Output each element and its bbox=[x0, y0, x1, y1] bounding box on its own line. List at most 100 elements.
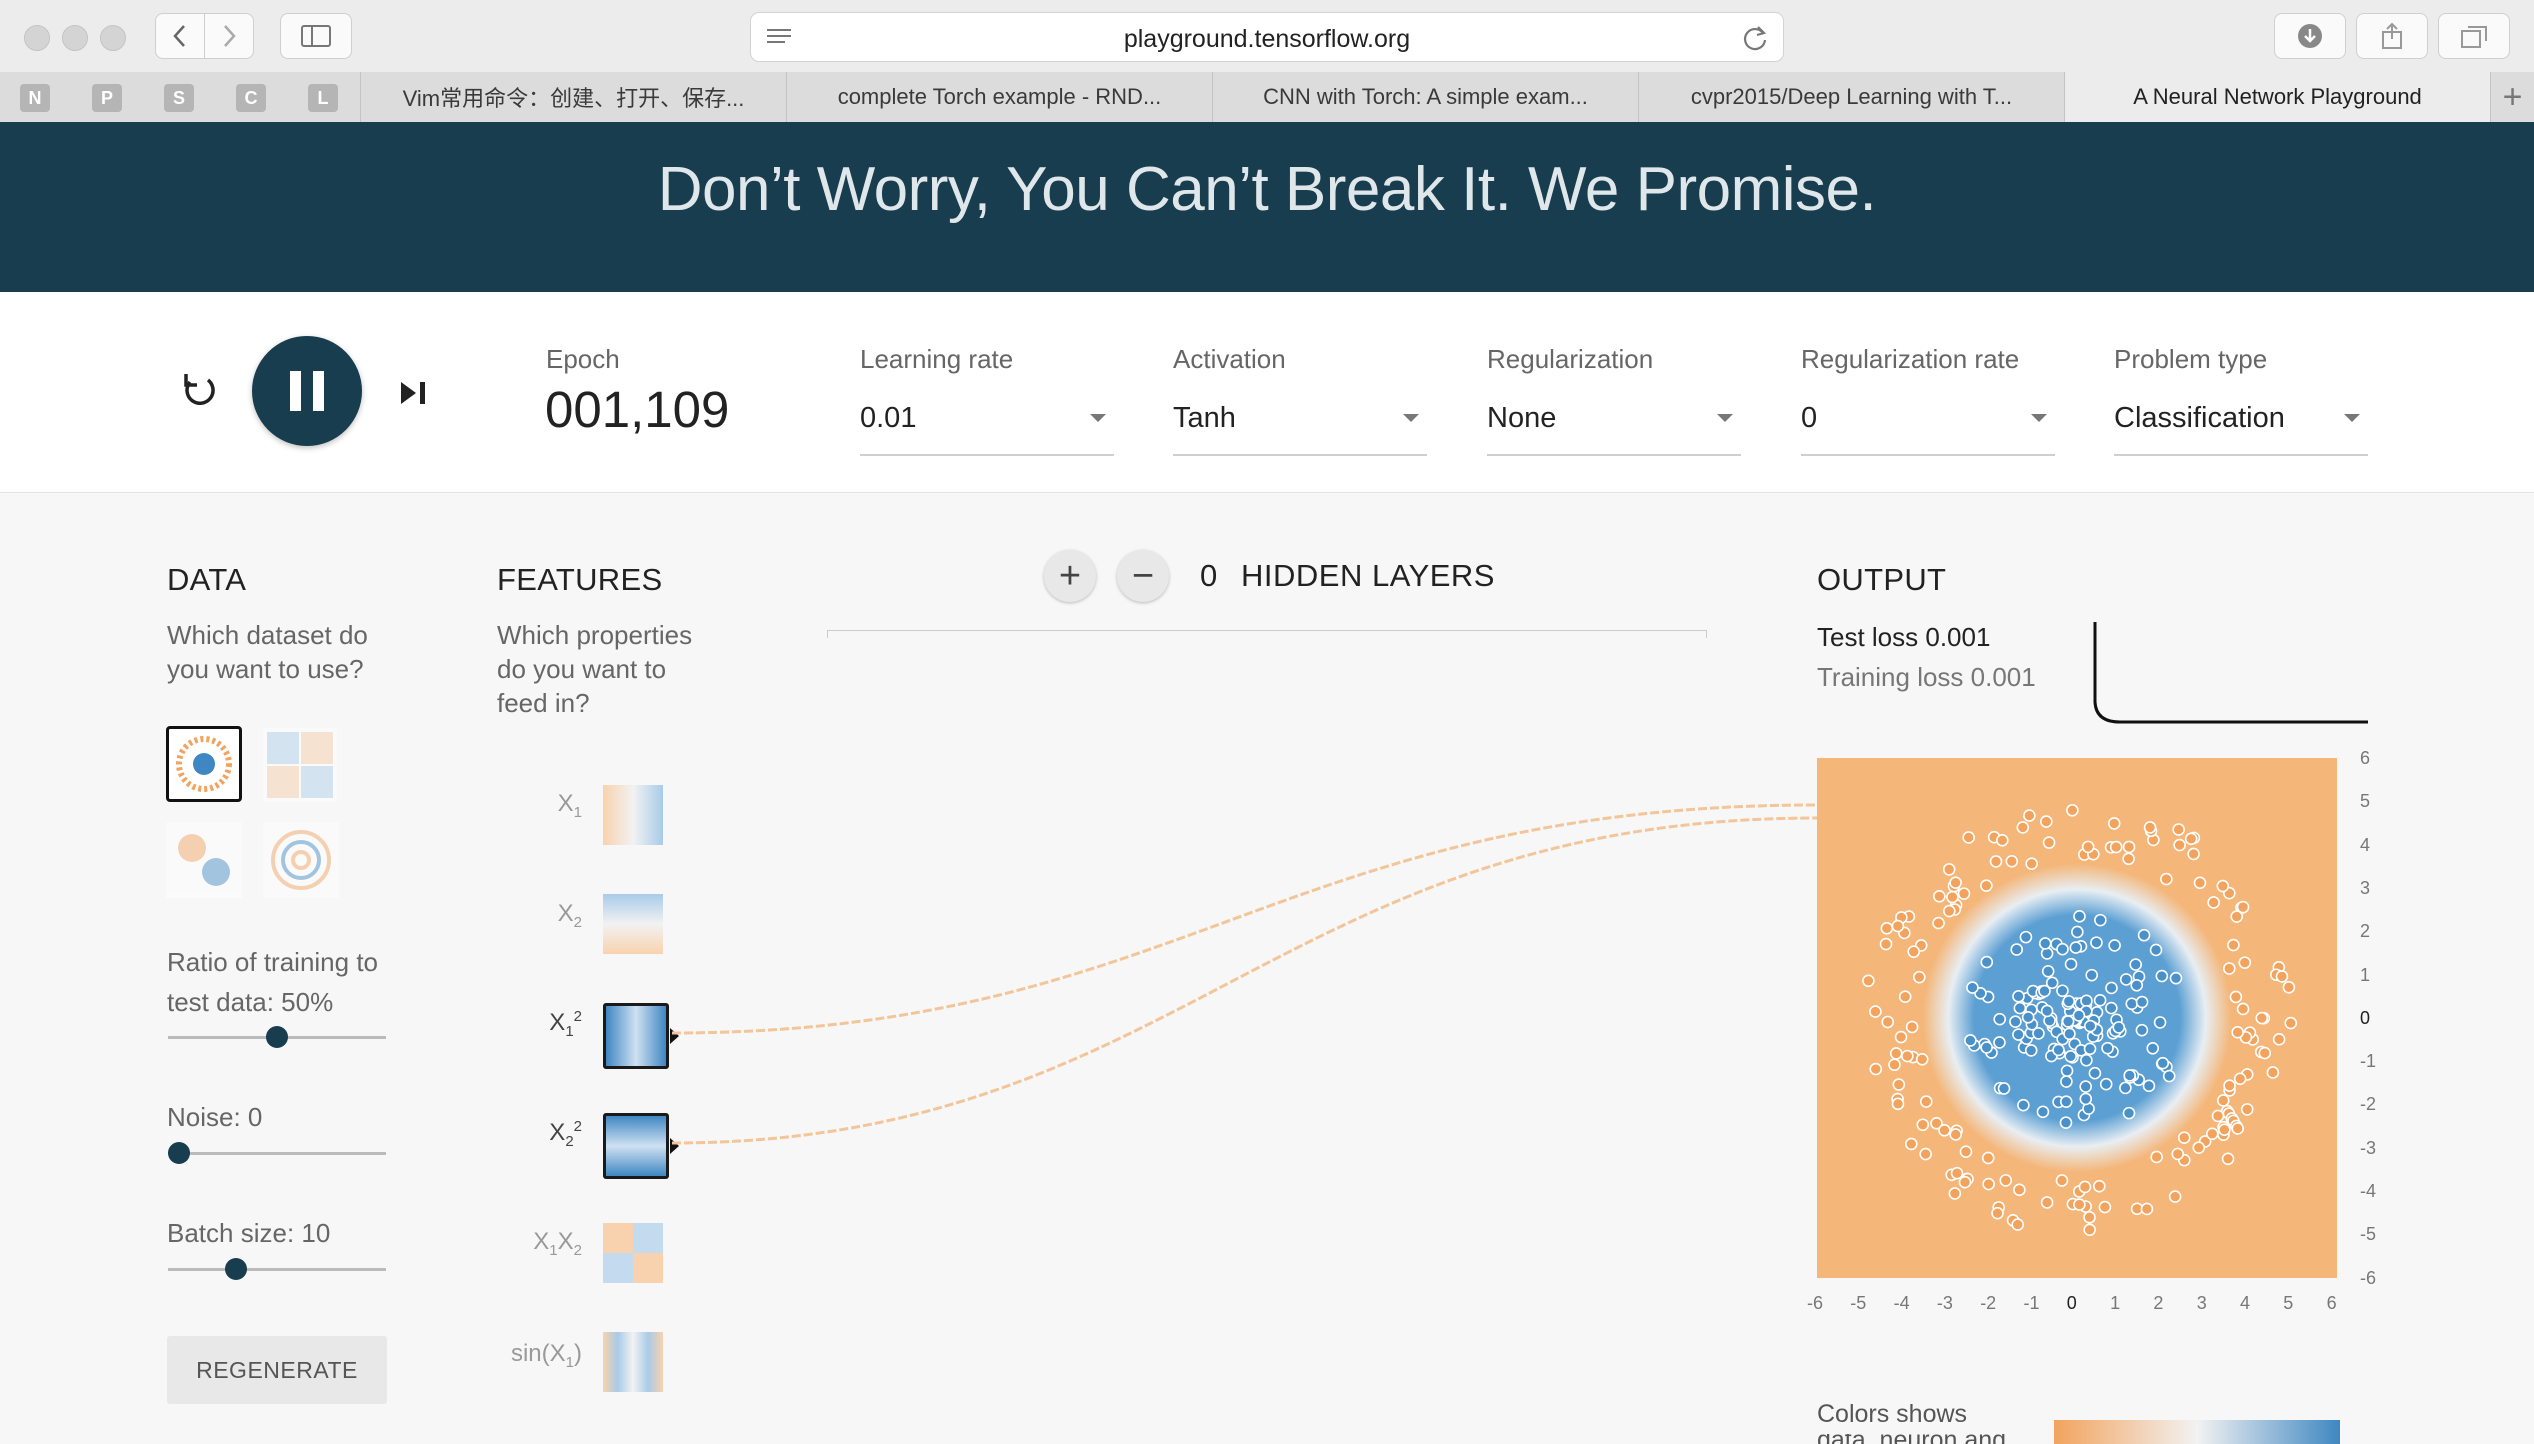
negative-point bbox=[2231, 1122, 2245, 1135]
positive-point bbox=[2060, 1075, 2073, 1088]
positive-point bbox=[2059, 1095, 2073, 1108]
negative-point bbox=[1905, 1137, 1918, 1151]
negative-point bbox=[1948, 1187, 1962, 1200]
colors-shows-label-2-text: data, neuron and bbox=[1817, 1434, 2006, 1444]
negative-point bbox=[1991, 1206, 2004, 1220]
negative-point bbox=[2236, 900, 2250, 914]
negative-point bbox=[2177, 1131, 2191, 1144]
negative-point bbox=[2222, 962, 2236, 975]
positive-point bbox=[2101, 1041, 2114, 1055]
positive-point bbox=[2079, 1092, 2093, 1106]
negative-point bbox=[2231, 1026, 2244, 1039]
negative-point bbox=[2025, 857, 2038, 871]
positive-point bbox=[2040, 947, 2054, 960]
negative-point bbox=[2143, 821, 2157, 834]
positive-point bbox=[2142, 1079, 2156, 1093]
positive-point bbox=[2041, 965, 2055, 978]
positive-point bbox=[2153, 1016, 2167, 1029]
color-legend-bar bbox=[2054, 1420, 2340, 1444]
negative-point bbox=[1995, 834, 2009, 847]
negative-point bbox=[2011, 1218, 2025, 1231]
positive-point bbox=[2019, 930, 2033, 944]
negative-point bbox=[1913, 970, 1926, 984]
positive-point bbox=[2021, 1011, 2035, 1024]
negative-point bbox=[2275, 970, 2289, 983]
y-tick: 0 bbox=[2360, 1007, 2371, 1028]
negative-point bbox=[1919, 1147, 1932, 1161]
positive-point bbox=[1980, 955, 1994, 969]
positive-point bbox=[2146, 1042, 2160, 1055]
x-tick: 0 bbox=[2066, 1293, 2077, 1313]
positive-point bbox=[2129, 958, 2143, 971]
negative-point bbox=[1901, 1049, 1914, 1063]
negative-point bbox=[1891, 1097, 1905, 1111]
negative-point bbox=[1938, 1124, 1951, 1137]
negative-point bbox=[2240, 1103, 2254, 1116]
negative-point bbox=[2218, 1123, 2231, 1137]
negative-point bbox=[2016, 821, 2030, 834]
x-tick: 5 bbox=[2283, 1293, 2294, 1313]
negative-point bbox=[2284, 1016, 2298, 1030]
y-tick: 4 bbox=[2360, 834, 2371, 855]
y-tick: -4 bbox=[2360, 1181, 2377, 1201]
training-loss: Training loss 0.001 bbox=[1817, 662, 2036, 692]
negative-point bbox=[1957, 887, 1971, 900]
negative-point bbox=[2122, 852, 2135, 866]
positive-point bbox=[2155, 969, 2169, 983]
positive-point bbox=[2123, 1069, 2137, 1082]
negative-point bbox=[1888, 1058, 1901, 1072]
negative-point bbox=[2005, 855, 2019, 868]
positive-point bbox=[2149, 943, 2163, 957]
negative-point bbox=[1999, 1174, 2013, 1187]
negative-point bbox=[2192, 1141, 2206, 1154]
positive-point bbox=[2156, 1056, 2170, 1070]
negative-point bbox=[1916, 1118, 1930, 1132]
positive-point bbox=[2024, 1044, 2038, 1057]
negative-point bbox=[2272, 1033, 2286, 1046]
x-tick: 2 bbox=[2153, 1293, 2164, 1313]
positive-point bbox=[2125, 997, 2139, 1011]
positive-point bbox=[2088, 1066, 2102, 1080]
negative-point bbox=[2238, 956, 2252, 969]
negative-point bbox=[2160, 872, 2173, 886]
negative-point bbox=[2216, 1094, 2230, 1107]
negative-point bbox=[1982, 1177, 1995, 1191]
negative-point bbox=[1958, 1175, 1972, 1189]
negative-point bbox=[2233, 1072, 2247, 1086]
y-tick: 3 bbox=[2360, 877, 2371, 898]
positive-point bbox=[2112, 1021, 2126, 1034]
positive-point bbox=[2072, 1009, 2086, 1022]
negative-point bbox=[2078, 1180, 2092, 1194]
positive-point bbox=[2056, 984, 2069, 998]
x-tick: 6 bbox=[2326, 1293, 2337, 1313]
positive-point bbox=[2013, 1001, 2027, 1015]
negative-point bbox=[2216, 879, 2230, 893]
positive-point bbox=[2137, 928, 2151, 942]
negative-point bbox=[1959, 1145, 1973, 1159]
negative-point bbox=[1933, 890, 1946, 903]
data-points bbox=[1862, 803, 2298, 1237]
positive-point bbox=[2032, 1027, 2045, 1040]
negative-point bbox=[2236, 1002, 2250, 1016]
positive-point bbox=[2080, 994, 2093, 1008]
positive-point bbox=[2085, 968, 2099, 982]
x-tick: -4 bbox=[1893, 1293, 1910, 1313]
colors-shows-label-2: data, neuron and bbox=[1817, 1434, 2006, 1444]
test-loss: Test loss 0.001 bbox=[1817, 622, 1991, 652]
positive-point bbox=[2059, 1116, 2073, 1129]
negative-point bbox=[2282, 980, 2296, 994]
negative-point bbox=[1889, 1047, 1903, 1060]
negative-point bbox=[2140, 1202, 2154, 1216]
negative-point bbox=[1980, 879, 1993, 892]
x-tick: -6 bbox=[1807, 1293, 1824, 1313]
negative-point bbox=[1989, 855, 2003, 868]
y-tick: 5 bbox=[2360, 791, 2371, 812]
negative-point bbox=[2066, 803, 2079, 817]
positive-point bbox=[2093, 994, 2107, 1007]
positive-point bbox=[2040, 1004, 2054, 1018]
positive-point bbox=[2090, 936, 2103, 949]
negative-point bbox=[2207, 896, 2220, 909]
negative-point bbox=[1949, 876, 1962, 889]
negative-point bbox=[2168, 1190, 2182, 1203]
y-tick: 6 bbox=[2360, 748, 2371, 768]
